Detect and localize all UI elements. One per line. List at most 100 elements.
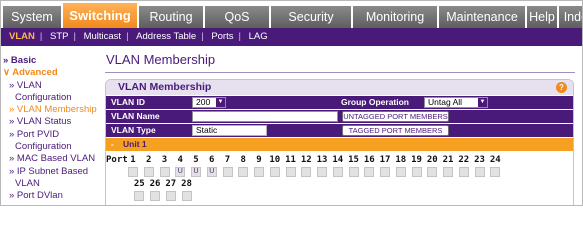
sidebar: » Basic ∨ Advanced » VLAN Configuration … — [1, 46, 97, 205]
port-toggle-cell[interactable]: U — [191, 167, 201, 177]
tab-security[interactable]: Security — [271, 6, 351, 28]
port-toggle-cell[interactable] — [165, 191, 176, 201]
subnav-ports[interactable]: Ports — [211, 28, 233, 46]
port-toggle-cell[interactable] — [134, 191, 145, 201]
port-toggle-cell[interactable] — [458, 167, 469, 177]
port-number: 4 — [177, 155, 183, 165]
port-number: 14 — [332, 155, 344, 165]
tab-qos[interactable]: QoS — [205, 6, 269, 28]
collapse-toggle[interactable]: - — [111, 138, 114, 151]
port-number: 23 — [474, 155, 485, 165]
port-toggle-cell[interactable] — [348, 167, 359, 177]
sidebar-item-vlan-configuration-cont[interactable]: Configuration — [3, 92, 94, 104]
port-toggle-cell[interactable] — [427, 167, 438, 177]
port-toggle-cell[interactable] — [364, 167, 375, 177]
unit-header: - Unit 1 — [106, 138, 573, 151]
port-cell-row-1: UUU — [106, 167, 573, 177]
sidebar-item-mac-based-vlan[interactable]: » MAC Based VLAN — [3, 153, 95, 165]
vlan-id-select[interactable]: 200 ▼ — [192, 97, 226, 108]
port-toggle-cell[interactable] — [222, 167, 233, 177]
port-toggle-cell[interactable] — [181, 191, 192, 201]
tab-maintenance[interactable]: Maintenance — [439, 6, 525, 28]
vlan-name-label: VLAN Name — [111, 111, 160, 121]
tab-switching[interactable]: Switching — [63, 3, 137, 28]
tab-monitoring[interactable]: Monitoring — [353, 6, 437, 28]
port-number: 7 — [224, 155, 231, 165]
port-number-row-1: Port 1 2 3 4 5 6 7 8 9 10 11 12 13 14 15 16 17 18 19 20 21 22… — [106, 154, 573, 166]
sidebar-item-vlan-configuration[interactable]: » VLAN — [3, 80, 94, 92]
vlan-id-label: VLAN ID — [111, 97, 145, 107]
port-number: 10 — [269, 155, 281, 165]
port-number: 24 — [489, 155, 501, 165]
port-toggle-cell[interactable] — [317, 167, 327, 177]
port-number: 12 — [300, 155, 312, 165]
port-toggle-cell[interactable] — [159, 167, 170, 177]
port-toggle-cell[interactable] — [395, 167, 406, 177]
port-toggle-cell[interactable] — [150, 191, 161, 201]
port-number: 6 — [209, 155, 215, 165]
port-toggle-cell[interactable] — [301, 167, 312, 177]
port-toggle-cell[interactable] — [332, 167, 343, 177]
subnav-lag[interactable]: LAG — [249, 28, 268, 46]
subnav-address-table[interactable]: Address Table — [136, 28, 196, 46]
port-number: 22 — [458, 155, 470, 165]
title-divider — [105, 72, 575, 73]
sidebar-item-vlan-status[interactable]: » VLAN Status — [3, 116, 94, 128]
subnav-separator: | — [238, 31, 241, 42]
sidebar-item-port-dvlan[interactable]: » Port DVlan — [3, 190, 94, 202]
port-number: 5 — [193, 155, 199, 165]
tab-help[interactable]: Help — [527, 6, 557, 28]
sidebar-item-basic[interactable]: » Basic — [3, 55, 94, 67]
port-toggle-cell[interactable] — [443, 167, 453, 177]
vlan-type-label: VLAN Type — [111, 125, 156, 135]
port-number: 2 — [146, 155, 152, 165]
unit-label: Unit 1 — [123, 139, 147, 149]
port-toggle-cell[interactable]: U — [175, 167, 186, 177]
top-tab-bar: System Switching Routing QoS Security Mo… — [1, 3, 582, 28]
port-number: 27 — [165, 179, 177, 189]
port-toggle-cell[interactable]: U — [206, 167, 217, 177]
sidebar-item-advanced[interactable]: ∨ Advanced — [3, 67, 94, 79]
subnav-multicast[interactable]: Multicast — [84, 28, 121, 46]
sidebar-item-port-pvid-cont[interactable]: Configuration — [3, 141, 94, 153]
subnav-vlan[interactable]: VLAN — [9, 28, 35, 46]
port-label: Port — [106, 155, 128, 165]
port-toggle-cell[interactable] — [238, 167, 249, 177]
port-toggle-cell[interactable] — [254, 167, 264, 177]
sidebar-item-vlan-membership[interactable]: » VLAN Membership — [3, 104, 97, 116]
sidebar-item-ip-subnet-based[interactable]: » IP Subnet Based — [3, 166, 94, 178]
tab-index[interactable]: Index — [559, 6, 582, 28]
port-number: 17 — [379, 155, 391, 165]
port-toggle-cell[interactable] — [285, 167, 296, 177]
port-number: 3 — [161, 155, 168, 165]
vlan-name-row: VLAN Name UNTAGGED PORT MEMBERS — [106, 110, 573, 123]
sidebar-item-port-pvid[interactable]: » Port PVID — [3, 129, 94, 141]
port-number: 25 — [133, 179, 145, 189]
subnav-stp[interactable]: STP — [50, 28, 68, 46]
group-operation-label: Group Operation — [341, 97, 409, 107]
tab-system[interactable]: System — [3, 6, 61, 28]
port-toggle-cell[interactable] — [128, 167, 138, 177]
help-icon[interactable]: ? — [556, 82, 567, 93]
vlan-id-value: 200 — [196, 97, 211, 107]
untagged-port-members-button[interactable]: UNTAGGED PORT MEMBERS — [342, 111, 449, 122]
port-number: 1 — [130, 155, 136, 165]
app-window: System Switching Routing QoS Security Mo… — [0, 0, 583, 206]
tab-routing[interactable]: Routing — [139, 6, 203, 28]
port-toggle-cell[interactable] — [380, 167, 390, 177]
page-title: VLAN Membership — [106, 52, 216, 67]
group-operation-select[interactable]: Untag All ▼ — [424, 97, 488, 108]
port-number: 9 — [256, 155, 262, 165]
port-toggle-cell[interactable] — [490, 167, 501, 177]
tagged-port-members-button[interactable]: TAGGED PORT MEMBERS — [342, 125, 449, 136]
sidebar-item-ip-subnet-based-cont[interactable]: VLAN — [3, 178, 94, 190]
port-number: 18 — [395, 155, 407, 165]
group-operation-value: Untag All — [428, 97, 463, 107]
port-toggle-cell[interactable] — [411, 167, 422, 177]
port-toggle-cell[interactable] — [269, 167, 280, 177]
port-toggle-cell[interactable] — [474, 167, 485, 177]
port-toggle-cell[interactable] — [143, 167, 154, 177]
vlan-name-input[interactable] — [192, 111, 338, 122]
port-number: 28 — [181, 179, 192, 189]
subnav-separator: | — [126, 31, 129, 42]
